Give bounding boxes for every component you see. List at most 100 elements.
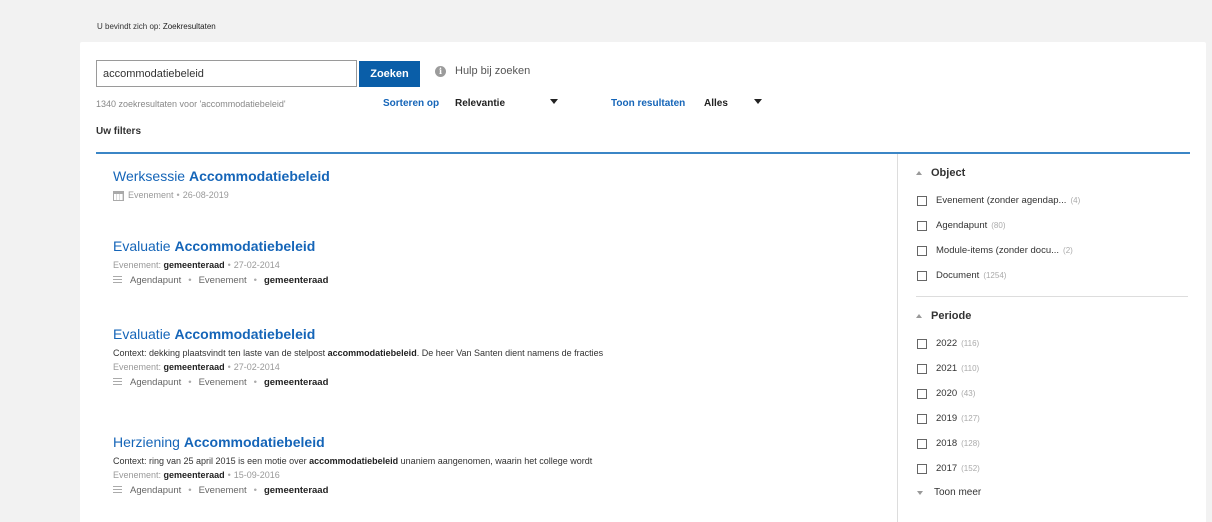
facet-option[interactable]: 2019 (127) (917, 413, 980, 424)
checkbox[interactable] (917, 438, 927, 449)
facet-option[interactable]: 2017 (152) (917, 463, 980, 474)
result-count: 1340 zoekresultaten voor 'accommodatiebe… (96, 99, 286, 109)
filter-sidebar: Object Evenement (zonder agendap... (4) A… (897, 154, 1190, 522)
event-value: gemeenteraad (163, 470, 225, 480)
breadcrumb-prefix: U bevindt zich op: (97, 22, 161, 31)
option-label: Document (936, 270, 980, 281)
show-more-button[interactable]: Toon meer (917, 487, 981, 498)
option-count: (127) (961, 414, 980, 423)
result-date: 27-02-2014 (233, 362, 280, 372)
checkbox[interactable] (917, 338, 927, 349)
checkbox[interactable] (917, 388, 927, 399)
result-title-bold: Accommodatiebeleid (188, 168, 330, 184)
result-title-prefix: Werksessie (113, 168, 186, 184)
result-context: Context: dekking plaatsvindt ten laste v… (113, 348, 873, 358)
crumb: gemeenteraad (263, 485, 329, 496)
context-pre: Context: dekking plaatsvindt ten laste v… (113, 348, 326, 358)
collapse-icon (916, 314, 922, 318)
result-title-prefix: Evaluatie (113, 326, 171, 342)
option-count: (4) (1070, 196, 1081, 205)
facet-periode-header[interactable]: Periode (916, 310, 971, 322)
option-label: Agendapunt (936, 220, 988, 231)
result-item: Herziening Accommodatiebeleid Context: r… (113, 434, 873, 496)
checkbox[interactable] (917, 463, 927, 474)
facet-option[interactable]: Agendapunt (80) (917, 220, 1005, 231)
divider (916, 296, 1188, 297)
option-label: Module-items (zonder docu... (936, 245, 1060, 256)
sort-caret-icon[interactable] (550, 99, 558, 104)
checkbox[interactable] (917, 270, 927, 281)
context-bold: accommodatiebeleid (327, 348, 417, 358)
facet-option[interactable]: 2020 (43) (917, 388, 975, 399)
option-count: (116) (961, 339, 980, 348)
facet-option[interactable]: Evenement (zonder agendap... (4) (917, 195, 1080, 206)
result-crumbs: Agendapunt • Evenement • gemeenteraad (113, 485, 873, 496)
show-select[interactable]: Alles (704, 98, 728, 109)
context-post: unaniem aangenomen, waarin het college w… (398, 456, 593, 466)
list-icon (113, 378, 122, 387)
expand-icon (917, 490, 923, 495)
show-more-label: Toon meer (934, 487, 982, 498)
checkbox[interactable] (917, 363, 927, 374)
crumb: Agendapunt (130, 377, 182, 388)
event-label: Evenement: (113, 260, 162, 270)
result-meta: Evenement • 26-08-2019 (113, 190, 873, 201)
facet-object-header[interactable]: Object (916, 167, 965, 179)
facet-option[interactable]: Document (1254) (917, 270, 1006, 281)
option-count: (1254) (983, 271, 1007, 280)
show-label: Toon resultaten (611, 98, 686, 109)
result-context: Context: ring van 25 april 2015 is een m… (113, 456, 873, 466)
event-label: Evenement: (113, 470, 162, 480)
result-title-bold: Accommodatiebeleid (174, 238, 316, 254)
crumb: Evenement (198, 485, 247, 496)
option-label: Evenement (zonder agendap... (936, 195, 1067, 206)
result-title[interactable]: Evaluatie Accommodatiebeleid (113, 238, 873, 254)
checkbox[interactable] (917, 413, 927, 424)
context-pre: Context: ring van 25 april 2015 is een m… (113, 456, 307, 466)
result-title[interactable]: Werksessie Accommodatiebeleid (113, 168, 873, 184)
result-item: Werksessie Accommodatiebeleid Evenement •… (113, 168, 873, 201)
event-value: gemeenteraad (163, 260, 225, 270)
collapse-icon (916, 171, 922, 175)
checkbox[interactable] (917, 195, 927, 206)
list-icon (113, 486, 122, 495)
checkbox[interactable] (917, 245, 927, 256)
help-label: Hulp bij zoeken (455, 65, 531, 77)
crumb: Agendapunt (130, 485, 182, 496)
facet-title: Periode (931, 310, 972, 322)
search-input[interactable] (96, 60, 357, 87)
result-crumbs: Agendapunt • Evenement • gemeenteraad (113, 275, 873, 286)
crumb: Evenement (198, 275, 247, 286)
option-label: 2017 (936, 463, 958, 474)
sort-select[interactable]: Relevantie (455, 98, 505, 109)
facet-option[interactable]: 2021 (110) (917, 363, 979, 374)
crumb: Evenement (198, 377, 247, 388)
result-event: Evenement: gemeenteraad • 15-09-2016 (113, 470, 280, 480)
option-label: 2022 (936, 338, 958, 349)
option-label: 2020 (936, 388, 958, 399)
result-title-bold: Accommodatiebeleid (174, 326, 316, 342)
result-event: Evenement: gemeenteraad • 27-02-2014 (113, 362, 280, 372)
result-date: 27-02-2014 (233, 260, 280, 270)
result-title[interactable]: Herziening Accommodatiebeleid (113, 434, 873, 450)
facet-option[interactable]: 2018 (128) (917, 438, 980, 449)
crumb: gemeenteraad (263, 275, 329, 286)
facet-option[interactable]: 2022 (116) (917, 338, 979, 349)
search-button[interactable]: Zoeken (359, 61, 420, 87)
option-count: (43) (961, 389, 976, 398)
facet-option[interactable]: Module-items (zonder docu... (2) (917, 245, 1073, 256)
checkbox[interactable] (917, 220, 927, 231)
help-link[interactable]: i Hulp bij zoeken (435, 65, 530, 77)
result-title[interactable]: Evaluatie Accommodatiebeleid (113, 326, 873, 342)
result-crumbs: Agendapunt • Evenement • gemeenteraad (113, 377, 873, 388)
result-item: Evaluatie Accommodatiebeleid Context: de… (113, 326, 873, 388)
facet-title: Object (931, 167, 966, 179)
info-icon: i (435, 65, 446, 77)
option-count: (2) (1063, 246, 1073, 255)
breadcrumb-current[interactable]: Zoekresultaten (163, 22, 216, 31)
filters-label: Uw filters (96, 126, 142, 137)
breadcrumb: U bevindt zich op: Zoekresultaten (97, 22, 216, 31)
list-icon (113, 276, 122, 285)
context-post: . De heer Van Santen dient namens de fra… (416, 348, 604, 358)
show-caret-icon[interactable] (754, 99, 762, 104)
